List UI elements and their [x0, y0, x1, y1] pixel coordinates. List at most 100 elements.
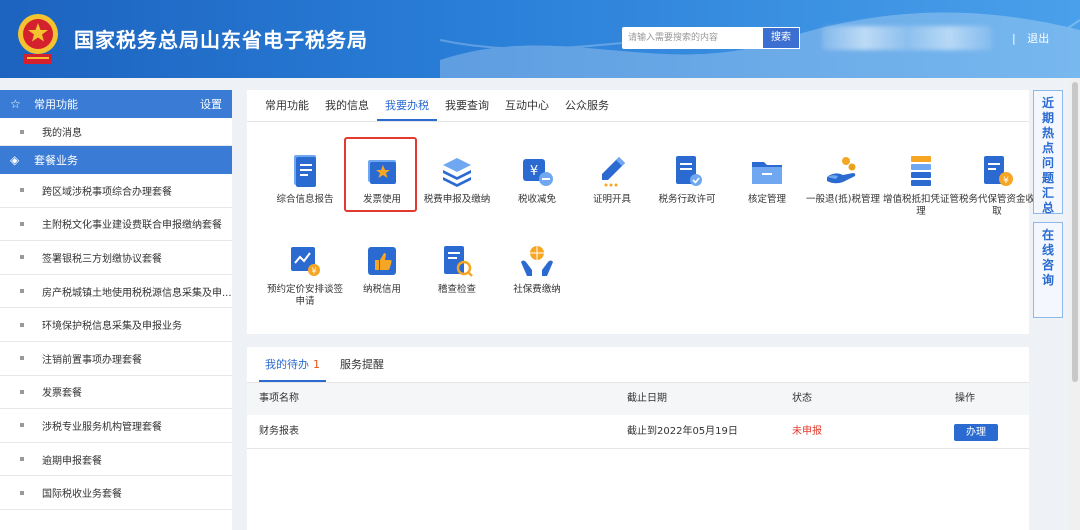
service-tile[interactable]: 增值税抵扣凭证管理: [883, 152, 959, 218]
service-tile[interactable]: ¥ 税务代保管资金收取: [959, 152, 1035, 218]
pen-certificate-icon: [602, 157, 625, 187]
bullet-icon: [20, 423, 24, 428]
online-consult-float[interactable]: 在线咨询: [1033, 222, 1063, 318]
service-tile[interactable]: 证明开具: [574, 152, 650, 206]
tab-3[interactable]: 我要查询: [437, 90, 497, 121]
service-tile[interactable]: 稽查检查: [419, 242, 495, 296]
sidebar-package-item[interactable]: 逾期申报套餐: [0, 443, 232, 477]
tab-2[interactable]: 我要办税: [377, 90, 437, 121]
todo-table-header: 事项名称 截止日期 状态 操作: [247, 383, 1029, 415]
service-tile[interactable]: 一般退(抵)税管理: [805, 152, 881, 206]
row-item-name: 财务报表: [259, 426, 299, 437]
sidebar-section-package-label: 套餐业务: [34, 154, 78, 167]
service-tile-label: 税收减免: [517, 194, 556, 205]
service-tile-label: 证明开具: [592, 194, 631, 205]
voucher-stack-icon: [911, 156, 931, 186]
service-tile-label: 稽查检查: [437, 284, 476, 295]
sidebar-section-common-label: 常用功能: [34, 98, 78, 111]
scrollbar-thumb[interactable]: [1072, 82, 1078, 382]
service-tile[interactable]: 纳税信用: [344, 242, 420, 296]
sidebar-package-item[interactable]: 注销前置事项办理套餐: [0, 342, 232, 376]
service-tile[interactable]: 税费申报及缴纳: [419, 152, 495, 206]
tab-4[interactable]: 互动中心: [497, 90, 557, 121]
svg-text:¥: ¥: [1003, 176, 1009, 186]
logout-area: | 退出: [1012, 30, 1049, 46]
refund-hand-icon: [827, 157, 856, 184]
social-security-icon: [521, 246, 553, 276]
service-tile-label: 核定管理: [747, 194, 786, 205]
service-tile[interactable]: 综合信息报告: [267, 152, 343, 206]
col-status: 状态: [792, 393, 812, 404]
sidebar-item-label: 逾期申报套餐: [42, 455, 102, 467]
bullet-icon: [20, 255, 24, 260]
sidebar-section-package[interactable]: ◈ 套餐业务: [0, 146, 232, 174]
logout-separator: |: [1012, 32, 1016, 45]
service-tile-label: 综合信息报告: [276, 194, 334, 205]
service-tile[interactable]: ¥ 预约定价安排谈签申请: [267, 242, 343, 308]
tab-my-pending[interactable]: 我的待办 1: [259, 347, 326, 382]
service-tile-label: 社保费缴纳: [513, 284, 561, 295]
thumbs-up-icon: [368, 247, 396, 275]
tab-service-reminder[interactable]: 服务提醒: [334, 347, 390, 382]
sidebar-section-common[interactable]: ☆ 常用功能 设置: [0, 90, 232, 118]
sidebar-item-label: 签署银税三方划缴协议套餐: [42, 253, 162, 265]
service-tile-label: 税费申报及缴纳: [423, 194, 491, 205]
sidebar-item-label: 注销前置事项办理套餐: [42, 354, 142, 366]
tab-0[interactable]: 常用功能: [257, 90, 317, 121]
search-input[interactable]: 请输入需要搜索的内容: [622, 27, 762, 49]
sidebar-item-label: 主附税文化事业建设费联合申报缴纳套餐: [42, 220, 222, 232]
tab-1[interactable]: 我的信息: [317, 90, 377, 121]
services-panel: 常用功能 我的信息 我要办税 我要查询 互动中心 公众服务 综合信息报告 发票使用 税费申报及…: [247, 90, 1035, 334]
sidebar-item-label: 我的消息: [42, 128, 82, 139]
service-tile-label: 税务代保管资金收取: [959, 194, 1036, 217]
sidebar-package-item[interactable]: 房产税城镇土地使用税税源信息采集及申...: [0, 275, 232, 309]
main-tabs: 常用功能 我的信息 我要办税 我要查询 互动中心 公众服务: [247, 90, 1029, 122]
search-button[interactable]: 搜索: [762, 27, 800, 49]
col-item-name: 事项名称: [259, 393, 299, 404]
invoice-highlight-box: [344, 137, 417, 212]
service-tile-label: 纳税信用: [362, 284, 401, 295]
service-tile[interactable]: 社保费缴纳: [499, 242, 575, 296]
inspection-icon: [444, 246, 473, 277]
tab-5[interactable]: 公众服务: [557, 90, 617, 121]
page-scrollbar[interactable]: [1070, 78, 1080, 530]
sidebar-item-messages[interactable]: 我的消息: [0, 118, 232, 146]
service-tile-label: 税务行政许可: [658, 194, 716, 205]
sidebar-package-item[interactable]: 发票套餐: [0, 376, 232, 410]
hot-issues-float[interactable]: 近期热点问题汇总: [1033, 90, 1063, 215]
hot-issues-label: 近期热点问题汇总: [1041, 96, 1054, 215]
handle-button[interactable]: 办理: [954, 424, 998, 441]
sidebar-package-item[interactable]: 涉税专业服务机构管理套餐: [0, 409, 232, 443]
custody-fund-icon: ¥: [984, 156, 1013, 186]
table-row: 财务报表 截止到2022年05月19日 未申报 办理: [247, 415, 1029, 449]
stacked-layers-icon: [443, 158, 471, 187]
row-deadline: 截止到2022年05月19日: [627, 426, 738, 437]
service-tile[interactable]: ¥ 税收减免: [499, 152, 575, 206]
document-report-icon: [294, 155, 316, 187]
service-tile-label: 增值税抵扣凭证管理: [883, 194, 960, 217]
pricing-chart-icon: ¥: [291, 247, 320, 276]
service-tile[interactable]: 税务行政许可: [649, 152, 725, 206]
sidebar-settings-link[interactable]: 设置: [200, 96, 222, 112]
bullet-icon: [20, 188, 24, 193]
col-action: 操作: [955, 393, 975, 404]
pending-count-badge: 1: [313, 358, 320, 371]
sidebar-package-item[interactable]: 环境保护税信息采集及申报业务: [0, 308, 232, 342]
site-title: 国家税务总局山东省电子税务局: [74, 28, 368, 52]
col-deadline: 截止日期: [627, 393, 667, 404]
sidebar-item-label: 房产税城镇土地使用税税源信息采集及申...: [42, 287, 232, 299]
sidebar-package-item[interactable]: 签署银税三方划缴协议套餐: [0, 241, 232, 275]
blurred-user-info: [822, 26, 992, 50]
sidebar-package-item[interactable]: 跨区域涉税事项综合办理套餐: [0, 174, 232, 208]
layers-icon: ◈: [10, 153, 20, 167]
folder-icon: [752, 162, 782, 184]
sidebar-item-label: 跨区域涉税事项综合办理套餐: [42, 186, 172, 198]
sidebar-package-item[interactable]: 国际税收业务套餐: [0, 476, 232, 510]
logout-link[interactable]: 退出: [1027, 32, 1049, 45]
tab-my-pending-label: 我的待办: [265, 358, 309, 371]
sidebar-package-item[interactable]: 主附税文化事业建设费联合申报缴纳套餐: [0, 208, 232, 242]
service-tile[interactable]: 核定管理: [729, 152, 805, 206]
online-consult-label: 在线咨询: [1041, 228, 1054, 287]
tax-relief-icon: ¥: [523, 159, 553, 186]
top-header: 国家税务总局山东省电子税务局 请输入需要搜索的内容 搜索 | 退出: [0, 0, 1080, 78]
